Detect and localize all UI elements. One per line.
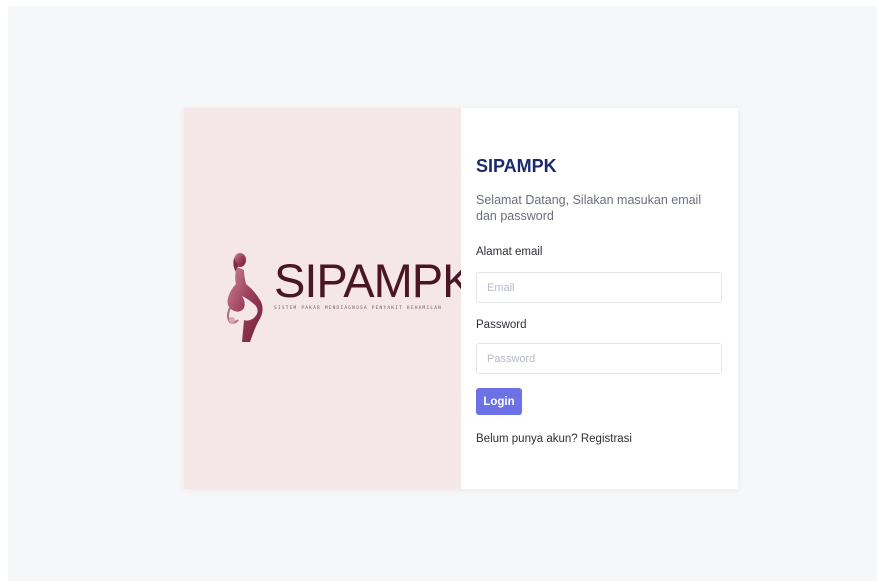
login-button[interactable]: Login <box>476 388 522 415</box>
email-label: Alamat email <box>476 246 543 258</box>
login-form-panel: SIPAMPK Selamat Datang, Silakan masukan … <box>461 108 738 489</box>
page-background: SIPAMPK SISTEM PAKAR MENDIAGNOSA PENYAKI… <box>8 6 877 581</box>
pregnant-woman-silhouette-icon <box>227 253 263 342</box>
form-title: SIPAMPK <box>476 156 557 176</box>
password-label: Password <box>476 319 527 331</box>
register-prompt: Belum punya akun? Registrasi <box>476 433 632 445</box>
email-input[interactable] <box>476 272 722 303</box>
register-link[interactable]: Registrasi <box>581 433 632 445</box>
welcome-text: Selamat Datang, Silakan masukan email da… <box>476 193 702 223</box>
register-prompt-text: Belum punya akun? <box>476 433 578 445</box>
login-card: SIPAMPK SISTEM PAKAR MENDIAGNOSA PENYAKI… <box>184 108 738 489</box>
brand-panel: SIPAMPK SISTEM PAKAR MENDIAGNOSA PENYAKI… <box>184 108 473 489</box>
logo-title: SIPAMPK <box>274 254 473 307</box>
password-input[interactable] <box>476 343 722 374</box>
logo: SIPAMPK SISTEM PAKAR MENDIAGNOSA PENYAKI… <box>220 250 473 342</box>
